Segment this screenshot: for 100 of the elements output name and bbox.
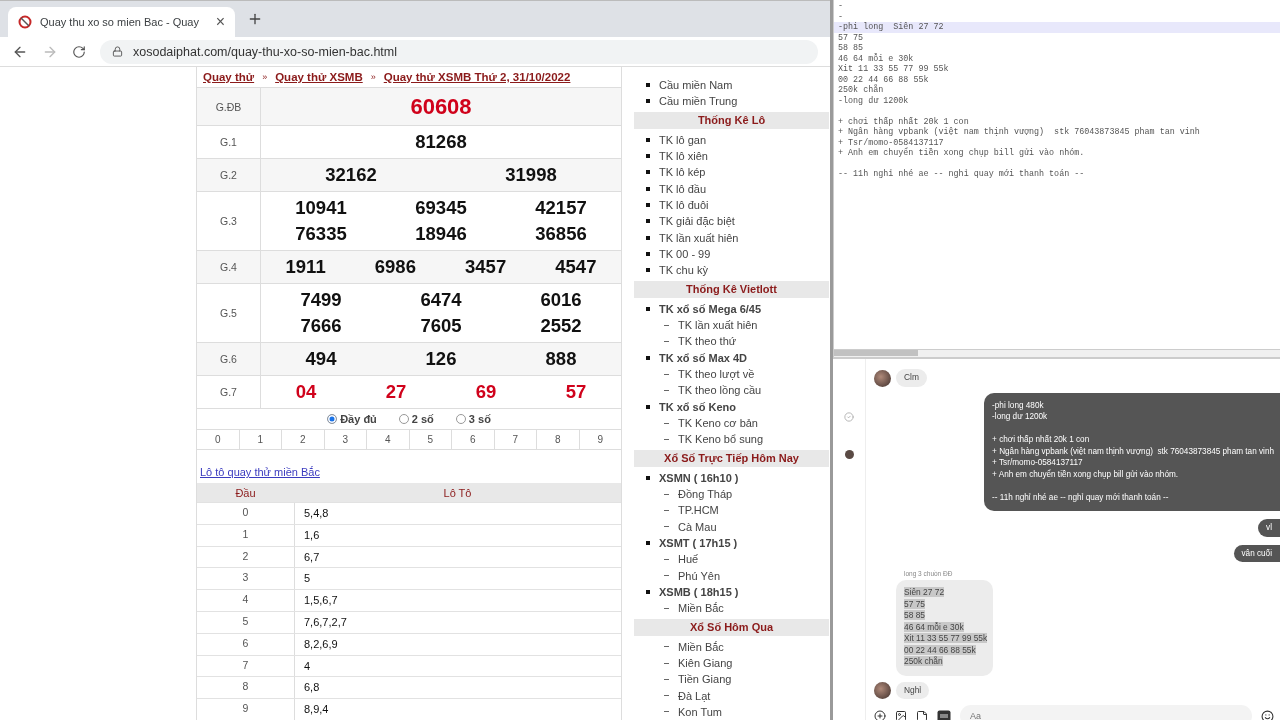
bullet-icon (646, 306, 650, 311)
message-bubble: Nghỉ (896, 681, 930, 699)
prize-number: 6474 (420, 288, 462, 312)
radio-option[interactable]: 3 số (455, 413, 491, 425)
sidebar-link[interactable]: Cầu miền Nam (659, 79, 733, 92)
prize-number: 42157 (535, 196, 587, 220)
digit-filter[interactable]: 1 (238, 430, 281, 449)
radio-option[interactable]: Đầy đủ (327, 413, 377, 425)
gif-icon[interactable] (937, 710, 951, 720)
sidebar-link[interactable]: TK lô kép (659, 166, 706, 179)
sidebar-link[interactable]: TK lô gan (659, 133, 707, 146)
bullet-icon (646, 404, 650, 409)
sidebar-link[interactable]: TK theo thứ (678, 335, 737, 348)
emoji-icon[interactable] (1261, 709, 1274, 720)
sidebar-link[interactable]: TK lô đầu (659, 182, 707, 195)
digit-filter[interactable]: 6 (451, 430, 494, 449)
sidebar-link[interactable]: TK lô xiên (659, 150, 708, 163)
sidebar-link[interactable]: TK theo lồng cầu (678, 384, 762, 397)
check-icon (844, 412, 854, 422)
sidebar-link[interactable]: Tiền Giang (678, 673, 732, 686)
digit-filter[interactable]: 0 (197, 430, 239, 449)
digit-filter[interactable]: 3 (323, 430, 366, 449)
prize-number: 57 (565, 380, 587, 404)
breadcrumb-link[interactable]: Quay thử XSMB Thứ 2, 31/10/2022 (383, 71, 571, 83)
prize-number: 7499 (300, 288, 342, 312)
sidebar-link[interactable]: TK Keno bổ sung (678, 433, 763, 446)
editor-line: 00 22 44 66 88 55k (837, 74, 930, 85)
editor-line: -long dư 1200k (837, 95, 910, 106)
editor-line: 58 85 (837, 43, 865, 54)
sidebar-link[interactable]: Huế (678, 553, 699, 566)
dash-icon (664, 526, 669, 528)
scrollbar-thumb[interactable] (834, 350, 918, 356)
add-icon[interactable] (874, 710, 886, 720)
table-cell: 8 (197, 677, 295, 699)
sticker-icon[interactable] (916, 710, 928, 720)
sidebar-link[interactable]: Kiên Giang (678, 657, 733, 669)
table-cell-text: 8,2,6,9 (303, 636, 339, 652)
editor-line: + chơi thấp nhất 20k 1 con (837, 116, 970, 127)
breadcrumb-link[interactable]: Quay thử (203, 71, 255, 83)
table-cell: 1 (197, 524, 295, 546)
sidebar-link[interactable]: TK 00 - 99 (659, 248, 711, 261)
avatar (844, 450, 854, 459)
sidebar-link[interactable]: TK lần xuất hiên (678, 319, 758, 332)
bullet-icon (646, 83, 650, 88)
breadcrumb-link[interactable]: Quay thử XSMB (275, 71, 363, 83)
sidebar-link[interactable]: TK chu kỳ (659, 264, 708, 277)
sidebar-link[interactable]: TK lô đuôi (659, 199, 709, 212)
table-cell: 2 (197, 546, 295, 568)
sidebar-link[interactable]: Đồng Tháp (678, 488, 733, 501)
sidebar-link[interactable]: TP.HCM (678, 504, 719, 517)
tab-close-button[interactable]: × (215, 13, 225, 31)
table-cell-text: 6,7 (303, 549, 321, 565)
sidebar-link[interactable]: Phú Yên (678, 569, 720, 582)
sidebar-link[interactable]: Miền Bắc (678, 640, 724, 653)
address-bar[interactable]: xosodaiphat.com/quay-thu-xo-so-mien-bac.html (100, 39, 818, 64)
digit-filter[interactable]: 8 (536, 430, 579, 449)
sidebar-link[interactable]: XSMT ( 17h15 ) (659, 537, 738, 550)
message-bubble: vân cuối (1233, 544, 1280, 562)
message-input[interactable]: Aa (960, 705, 1252, 720)
prize-number: 18946 (415, 222, 467, 246)
message-bubble: vl (1258, 519, 1280, 537)
radio-option[interactable]: 2 số (398, 413, 434, 425)
digit-filter[interactable]: 9 (578, 430, 621, 449)
bullet-icon (646, 252, 650, 257)
table-cell-text: 1,6 (303, 527, 321, 543)
prize-number: 76335 (295, 222, 347, 246)
sidebar-link[interactable]: TK Keno cơ bản (678, 417, 758, 430)
dash-icon (664, 607, 669, 609)
sidebar-link[interactable]: TK xổ số Max 4D (659, 351, 748, 364)
loto-link[interactable]: Lô tô quay thử miền Bắc (200, 466, 621, 478)
prize-number: 60608 (410, 94, 472, 119)
sidebar-link[interactable]: Đà Lạt (678, 689, 711, 702)
sidebar-link[interactable]: TK theo lượt về (678, 368, 755, 381)
dash-icon (664, 493, 669, 495)
digit-filter[interactable]: 2 (281, 430, 324, 449)
sidebar-link[interactable]: XSMN ( 16h10 ) (659, 471, 739, 484)
digit-filter[interactable]: 7 (493, 430, 536, 449)
browser-tab[interactable]: Quay thu xo so mien Bac - Quay × (8, 7, 235, 37)
sidebar-link[interactable]: Cà Mau (678, 520, 717, 533)
editor-line: + Anh em chuyển tiền xong chụp bill gửi vào nhóm. (837, 148, 1086, 159)
breadcrumb-separator: » (370, 72, 376, 82)
bullet-icon (646, 170, 650, 175)
image-icon[interactable] (895, 710, 907, 720)
sidebar-link[interactable]: TK giải đặc biệt (659, 215, 735, 228)
digit-filter[interactable]: 5 (408, 430, 451, 449)
sidebar-link[interactable]: TK xổ số Keno (659, 400, 736, 413)
reload-icon[interactable] (72, 44, 86, 59)
prize-number: 69 (475, 380, 497, 404)
sidebar-link[interactable]: XSMB ( 18h15 ) (659, 586, 739, 598)
dash-icon (664, 575, 669, 577)
sidebar-link[interactable]: Miền Bắc (678, 602, 724, 615)
digit-filter[interactable]: 4 (366, 430, 409, 449)
sidebar-link[interactable]: Cầu miền Trung (659, 95, 738, 108)
sidebar-link[interactable]: TK xổ số Mega 6/45 (659, 302, 762, 315)
prize-number: 36856 (535, 222, 587, 246)
prize-number: 3457 (465, 255, 507, 279)
sidebar-link[interactable]: Kon Tum (678, 706, 723, 718)
new-tab-icon[interactable] (247, 11, 263, 27)
dash-icon (664, 662, 669, 664)
sidebar-link[interactable]: TK lần xuất hiên (659, 231, 739, 244)
